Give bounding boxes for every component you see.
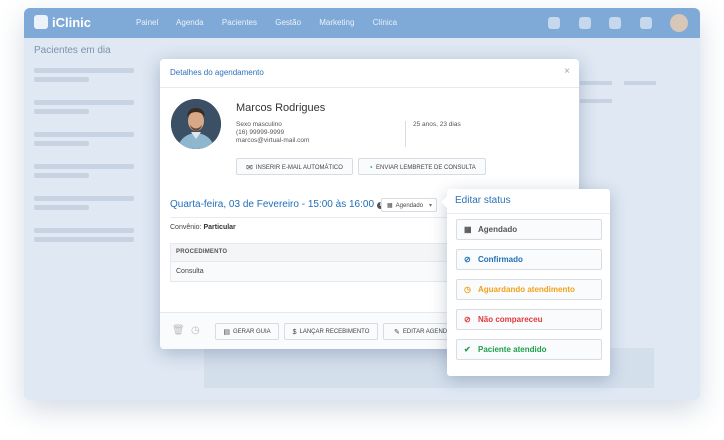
edit-appointment-label: EDITAR AGEND xyxy=(402,329,448,335)
logo-icon xyxy=(34,15,48,29)
calendar-icon: ▦ xyxy=(387,203,393,209)
nav-item-painel[interactable]: Painel xyxy=(136,18,158,27)
check-icon: ✔ xyxy=(464,345,471,354)
edit-status-popover: Editar status ▦ Agendado ⊘ Confirmado ◷ Agu… xyxy=(441,189,610,376)
status-option-aguardando[interactable]: ◷ Aguardando atendimento xyxy=(456,279,602,300)
gear-icon[interactable] xyxy=(548,17,561,29)
envelope-icon: ✉ xyxy=(246,163,253,172)
launch-receipt-button[interactable]: $ LANÇAR RECEBIMENTO xyxy=(284,323,378,340)
appointment-date: Quarta-feira, 03 de Fevereiro - 15:00 às… xyxy=(170,199,385,210)
background-page-title: Pacientes em dia xyxy=(34,45,111,56)
close-icon[interactable]: × xyxy=(564,66,570,77)
appointment-date-text: Quarta-feira, 03 de Fevereiro - 15:00 às… xyxy=(170,199,375,210)
chevron-down-icon: ▾ xyxy=(428,203,432,209)
background-list xyxy=(34,68,134,246)
convenio-value: Particular xyxy=(203,224,236,231)
nav-item-pacientes[interactable]: Pacientes xyxy=(222,18,257,27)
modal-header: Detalhes do agendamento × xyxy=(160,59,579,88)
app-logo[interactable]: iClinic xyxy=(34,15,91,30)
status-option-label: Agendado xyxy=(478,225,518,234)
convenio-label: Convênio: xyxy=(170,224,202,231)
insert-email-button[interactable]: ✉ INSERIR E-MAIL AUTOMÁTICO xyxy=(236,158,353,175)
user-avatar[interactable] xyxy=(670,14,688,32)
history-icon[interactable]: ◷ xyxy=(191,325,200,336)
patient-sex: Sexo masculino xyxy=(236,121,282,128)
status-option-label: Não compareceu xyxy=(478,315,543,324)
calendar-icon: ▦ xyxy=(464,225,472,234)
patient-email: marcos@virtual-mail.com xyxy=(236,137,310,144)
patient-name: Marcos Rodrigues xyxy=(236,102,326,114)
bell-icon[interactable] xyxy=(609,17,622,29)
generate-guide-button[interactable]: ▤ GERAR GUIA xyxy=(215,323,279,340)
nav-item-marketing[interactable]: Marketing xyxy=(319,18,354,27)
generate-guide-label: GERAR GUIA xyxy=(232,329,271,335)
document-icon: ▤ xyxy=(223,329,230,336)
edit-status-title: Editar status xyxy=(455,195,511,206)
top-icons xyxy=(534,14,688,32)
send-reminder-button[interactable]: ◔ ENVIAR LEMBRETE DE CONSULTA xyxy=(358,158,486,175)
nav-item-gestao[interactable]: Gestão xyxy=(275,18,301,27)
status-option-nao-compareceu[interactable]: ⊘ Não compareceu xyxy=(456,309,602,330)
top-navigation-bar: iClinic Painel Agenda Pacientes Gestão M… xyxy=(24,8,700,38)
status-option-agendado[interactable]: ▦ Agendado xyxy=(456,219,602,240)
ban-icon: ⊘ xyxy=(464,315,471,324)
info-divider xyxy=(405,121,406,147)
launch-receipt-label: LANÇAR RECEBIMENTO xyxy=(299,329,370,335)
clock-icon: ◷ xyxy=(464,285,471,294)
popover-divider xyxy=(447,213,610,214)
patient-phone: (16) 99999-9999 xyxy=(236,129,285,136)
pencil-icon: ✎ xyxy=(394,329,400,336)
logo-text: iClinic xyxy=(52,15,92,30)
check-circle-icon: ⊘ xyxy=(464,255,471,264)
dollar-icon: $ xyxy=(292,329,297,336)
status-option-label: Confirmado xyxy=(478,255,523,264)
insert-email-label: INSERIR E-MAIL AUTOMÁTICO xyxy=(255,165,343,171)
whatsapp-icon: ◔ xyxy=(368,163,374,172)
status-option-label: Aguardando atendimento xyxy=(478,285,575,294)
main-nav: Painel Agenda Pacientes Gestão Marketing… xyxy=(136,18,413,27)
patient-age: 25 anos, 23 dias xyxy=(413,121,461,128)
status-option-label: Paciente atendido xyxy=(478,345,547,354)
status-option-confirmado[interactable]: ⊘ Confirmado xyxy=(456,249,602,270)
convenio: Convênio: Particular xyxy=(170,224,236,231)
modal-title: Detalhes do agendamento xyxy=(170,68,264,77)
nav-item-clinica[interactable]: Clínica xyxy=(373,18,397,27)
patient-avatar xyxy=(171,99,221,149)
calendar-icon[interactable] xyxy=(578,17,591,29)
trash-icon[interactable]: 🗑 xyxy=(172,325,185,336)
send-reminder-label: ENVIAR LEMBRETE DE CONSULTA xyxy=(376,165,476,171)
chat-icon[interactable] xyxy=(639,17,652,29)
status-select-value: Agendado xyxy=(395,203,424,209)
status-option-atendido[interactable]: ✔ Paciente atendido xyxy=(456,339,602,360)
background-columns xyxy=(580,72,700,108)
nav-item-agenda[interactable]: Agenda xyxy=(176,18,204,27)
patient-photo xyxy=(171,99,221,149)
status-select[interactable]: ▦ Agendado ▾ xyxy=(381,198,437,212)
